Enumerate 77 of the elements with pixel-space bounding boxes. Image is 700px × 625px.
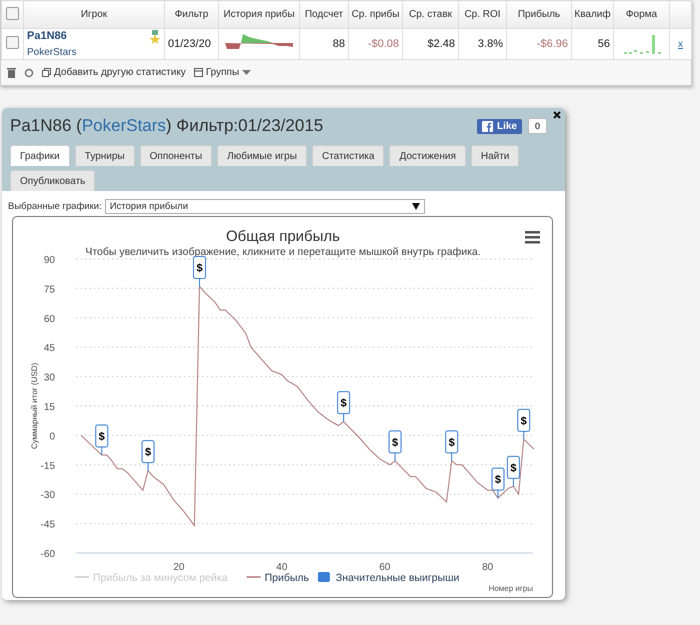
x-tick-label: 40 [276,562,288,573]
table-cell: $2.48 [402,28,458,60]
annotation: $ [196,262,203,274]
x-axis-title: Номер игры [488,584,533,593]
column-header[interactable]: Квалиф [572,0,614,28]
column-header[interactable]: Форма [614,0,670,28]
y-tick-label: -15 [40,460,55,472]
tab[interactable]: Графики [10,145,70,166]
table-cell: -$6.96 [506,28,572,60]
line-legend-icon [75,576,89,578]
chart-title: Общая прибыль [226,228,340,245]
legend-item[interactable]: Прибыль [264,572,310,584]
annotation: $ [392,436,398,449]
tab[interactable]: Статистика [312,145,384,166]
checkbox[interactable] [6,6,19,20]
tab[interactable]: Найти [470,145,520,166]
checkbox[interactable] [6,36,19,49]
caret-icon [242,70,252,76]
add-stat-link[interactable]: Добавить другую статистику [42,67,186,78]
medal-icon [149,30,161,44]
table-cell: 01/23/20 [164,28,218,60]
annotation: $ [448,436,455,449]
remove-link[interactable]: x [678,39,683,50]
y-tick-label: 45 [44,343,55,354]
column-header[interactable]: Игрок [24,0,164,28]
tab[interactable]: Любимые игры [217,145,307,166]
tab[interactable]: Достижения [389,145,466,166]
annotation: $ [340,398,347,410]
close-icon[interactable] [553,111,561,119]
column-header[interactable]: Фильтр [164,0,218,28]
column-header[interactable]: Подсчет [300,0,348,28]
groups-dropdown[interactable]: Группы [194,67,252,78]
chart-select-label: Выбранные графики: [8,201,102,212]
x-tick-label: 60 [379,562,390,573]
trash-icon[interactable] [7,68,16,78]
tab[interactable]: Турниры [74,145,135,166]
column-header[interactable]: История прибы [218,0,300,28]
column-header[interactable]: Ср. прибы [348,0,402,28]
annotation: $ [144,446,152,459]
copy-icon [42,68,51,77]
dialog-title: Pa1N86 (PokerStars) Фильтр:01/23/2015 [10,116,324,136]
window-icon [194,68,203,77]
site-name[interactable]: PokerStars [27,47,161,58]
legend-item[interactable]: Значительные выигрыши [336,572,460,584]
y-tick-label: -30 [40,490,55,502]
x-tick-label: 80 [482,562,494,573]
table-cell: 56 [572,28,614,60]
column-header[interactable]: Ср. ставк [402,0,458,28]
chart-select[interactable]: История прибыли [104,199,425,214]
like-count: 0 [528,118,547,134]
column-header[interactable]: Прибыль [506,0,572,28]
y-axis-title: Суммарный итог (USD) [30,362,39,450]
table-cell: 3.8% [458,28,506,60]
annotation: $ [98,431,105,443]
y-tick-label: 15 [44,402,55,413]
annotation: $ [520,415,527,428]
y-tick-label: 0 [49,431,55,442]
table-cell: 88 [300,28,348,60]
menu-icon[interactable] [525,231,540,244]
y-tick-label: 90 [44,255,55,266]
tab[interactable]: Опубликовать [10,170,96,191]
y-tick-label: -45 [40,520,55,531]
y-tick-label: 30 [44,372,55,384]
column-header[interactable]: Ср. ROI [458,0,506,28]
x-tick-label: 20 [173,562,184,573]
annotation: $ [510,462,516,474]
y-tick-label: 75 [44,284,55,296]
table-cell: -$0.08 [348,28,402,60]
facebook-icon [482,120,493,132]
chart-subtitle: Чтобы увеличить изображение, кликните и перетащите мышкой внутрь графика. [85,246,481,258]
annotation: $ [494,474,502,486]
y-tick-label: -60 [40,549,55,560]
like-button[interactable]: Like [476,118,522,134]
tab[interactable]: Оппоненты [140,145,212,166]
caret-icon [412,203,420,210]
y-tick-label: 60 [44,314,55,325]
player-name[interactable]: Pa1N86 [27,30,67,44]
